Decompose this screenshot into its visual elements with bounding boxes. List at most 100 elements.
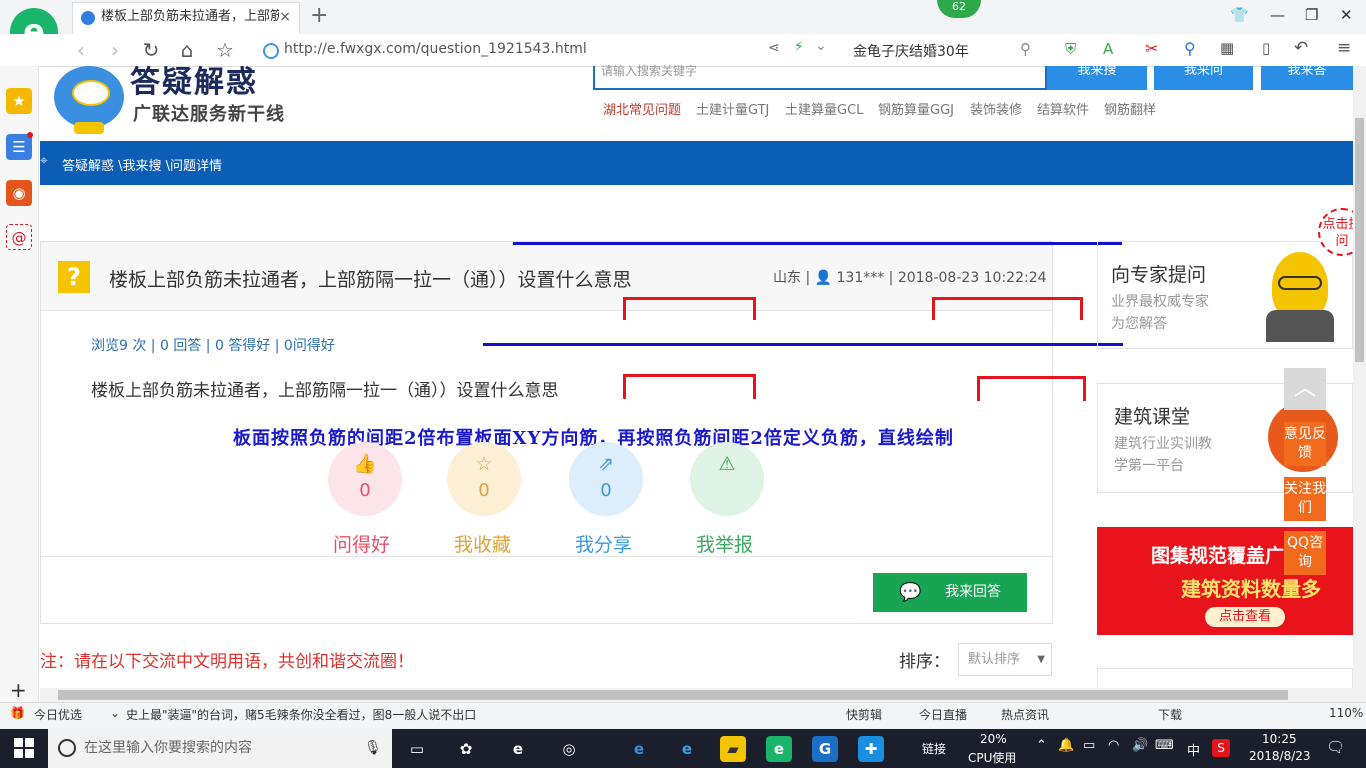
site-search-input[interactable]: 请输入搜索关键字 (593, 65, 1047, 90)
file-explorer-icon[interactable]: ▰ (720, 736, 746, 762)
new-tab-button[interactable]: + (310, 3, 328, 28)
tablet-icon[interactable]: ▯ (1262, 39, 1270, 57)
task-view-icon[interactable]: ▭ (404, 736, 430, 762)
share-label[interactable]: 我分享 (575, 530, 632, 557)
breadcrumb[interactable]: 答疑解惑 \我来搜 \问题详情 (62, 155, 222, 174)
hot-news-link[interactable]: 热点资讯 (1001, 706, 1049, 723)
share-button[interactable]: ⇗ 0 (569, 442, 643, 516)
tab-close-icon[interactable]: × (279, 3, 291, 31)
undo-icon[interactable]: ↶ (1294, 38, 1308, 58)
menu-icon[interactable]: ≡ (1337, 38, 1351, 58)
bookmark-star-icon[interactable]: ☆ (212, 38, 238, 62)
ie-icon[interactable]: e (674, 736, 700, 762)
url-field[interactable]: http://e.fwxgx.com/question_1921543.html (284, 41, 587, 57)
wifi-icon[interactable]: ◠ (1108, 738, 1119, 753)
search-icon[interactable]: ⚲ (1020, 40, 1031, 58)
report-button[interactable]: ⚠ (690, 442, 764, 516)
horizontal-scroll-thumb[interactable] (58, 690, 1288, 700)
maximize-icon[interactable]: ❐ (1305, 6, 1318, 24)
ask-button[interactable]: 我来问 (1154, 64, 1253, 90)
app-plus-icon[interactable]: ✚ (858, 736, 884, 762)
reading-list-icon[interactable]: ☰ (6, 134, 32, 160)
answer-top-button[interactable]: 我来答 (1261, 63, 1353, 90)
back-icon[interactable]: ‹ (68, 38, 94, 62)
answer-button[interactable]: 💬 我来回答 (873, 573, 1027, 612)
vertical-scroll-thumb[interactable] (1355, 118, 1364, 362)
like-button[interactable]: 👍 0 (328, 442, 402, 516)
shield-icon[interactable]: ⛨ (1065, 40, 1076, 58)
address-toolbar (0, 34, 1366, 67)
news-ticker[interactable]: 史上最"装逼"的台词，赌5毛辣条你没全看过，图8一般人说不出口 (126, 706, 476, 723)
email-icon[interactable]: @ (6, 224, 32, 250)
active-browser-icon[interactable]: e (766, 736, 792, 762)
favorites-star-icon[interactable]: ★ (6, 88, 32, 114)
chevron-down-icon[interactable]: ⌄ (815, 38, 827, 54)
battery-icon[interactable]: ▭ (1083, 738, 1095, 753)
glodon-icon[interactable]: G (812, 736, 838, 762)
magnifier-icon[interactable]: ⚲ (1184, 39, 1196, 58)
qq-consult-button[interactable]: QQ咨询 (1284, 531, 1326, 575)
tray-notify-icon[interactable]: 🔔 (1058, 738, 1074, 753)
clock-date[interactable]: 2018/8/23 (1249, 749, 1311, 763)
app-swirl-icon[interactable]: ◎ (556, 736, 582, 762)
feedback-button[interactable]: 意见反馈 (1284, 422, 1326, 466)
home-icon[interactable]: ⌂ (174, 38, 200, 62)
ime-indicator[interactable]: 中 (1187, 740, 1200, 759)
quick-edit-link[interactable]: 快剪辑 (846, 706, 882, 723)
like-label[interactable]: 问得好 (333, 530, 390, 557)
forward-icon[interactable]: › (102, 38, 128, 62)
cpu-percent: 20% (980, 732, 1007, 746)
sort-select[interactable]: 默认排序 ▼ (958, 643, 1052, 676)
lightning-icon[interactable]: ⚡ (794, 39, 804, 55)
expert-ask-card[interactable]: 向专家提问 业界最权威专家 为您解答 (1097, 241, 1353, 349)
hot-search-field[interactable]: 金龟子庆结婚30年 (853, 41, 969, 61)
report-label[interactable]: 我举报 (696, 530, 753, 557)
browser-tab[interactable]: 楼板上部负筋未拉通者，上部筋隔一拉一（通）设置什么意思 × (72, 2, 300, 34)
daily-picks-link[interactable]: 今日优选 (34, 706, 82, 723)
sogou-icon[interactable]: S (1212, 739, 1230, 757)
site-logo-title[interactable]: 答疑解惑 (130, 66, 258, 100)
zoom-level[interactable]: 110% (1329, 706, 1363, 720)
hot-link-hubei[interactable]: 湖北常见问题 (603, 99, 681, 118)
site-security-icon[interactable] (263, 43, 279, 59)
browser-e-icon[interactable]: e (505, 736, 531, 762)
favorite-button[interactable]: ☆ 0 (447, 442, 521, 516)
app-fan-icon[interactable]: ✿ (453, 736, 479, 762)
skin-icon[interactable]: 👕 (1230, 6, 1249, 24)
close-window-icon[interactable]: ✕ (1340, 6, 1353, 24)
add-sidebar-icon[interactable]: + (10, 678, 27, 702)
banner-line2: 建筑资料数量多 (1181, 577, 1321, 601)
follow-us-button[interactable]: 关注我们 (1284, 477, 1326, 521)
translate-icon[interactable]: A (1103, 40, 1113, 58)
taskbar-search[interactable]: 在这里输入你要搜索的内容 🎙 (48, 729, 392, 768)
hot-link-gcl[interactable]: 土建算量GCL (785, 99, 863, 118)
hot-link-settlement[interactable]: 结算软件 (1037, 99, 1089, 118)
hot-link-gtj[interactable]: 土建计量GTJ (696, 99, 769, 118)
favorite-label[interactable]: 我收藏 (454, 530, 511, 557)
tray-up-icon[interactable]: ⌃ (1036, 738, 1047, 753)
minimize-icon[interactable]: — (1270, 6, 1285, 24)
hot-link-decoration[interactable]: 装饰装修 (970, 99, 1022, 118)
apps-icon[interactable]: ▦ (1220, 39, 1234, 57)
dropdown-arrow-icon: ▼ (1037, 654, 1045, 665)
scissors-icon[interactable]: ✂ (1145, 39, 1158, 58)
refresh-icon[interactable]: ↻ (138, 38, 164, 62)
hot-link-rebar[interactable]: 钢筋翻样 (1104, 99, 1156, 118)
qq-consult-label: QQ咨询 (1286, 535, 1324, 570)
download-link[interactable]: 下载 (1158, 706, 1182, 723)
banner-view-button[interactable]: 点击查看 (1205, 607, 1285, 627)
weibo-icon[interactable]: ◉ (6, 180, 32, 206)
answer-top-button-label: 我来答 (1287, 63, 1327, 78)
back-to-top-button[interactable]: ︿ (1284, 368, 1326, 410)
taskbar-links-label[interactable]: 链接 (922, 740, 946, 757)
keyboard-icon[interactable]: ⌨ (1155, 738, 1174, 753)
clock-time[interactable]: 10:25 (1262, 732, 1297, 746)
windows-start-icon[interactable] (14, 738, 34, 758)
gift-icon[interactable]: 🎁 (10, 706, 25, 720)
volume-icon[interactable]: 🔊 (1132, 738, 1148, 753)
share-icon[interactable]: ⋖ (768, 40, 780, 56)
search-button[interactable]: 我来搜 (1047, 64, 1147, 90)
hot-link-ggj[interactable]: 钢筋算量GGJ (878, 99, 954, 118)
edge-icon[interactable]: e (626, 736, 652, 762)
live-link[interactable]: 今日直播 (919, 706, 967, 723)
